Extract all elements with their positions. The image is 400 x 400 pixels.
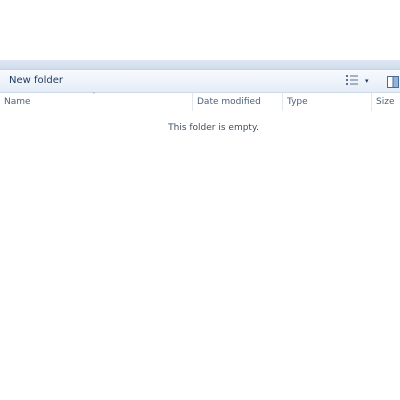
sort-ascending-icon: ˆ — [92, 92, 96, 100]
empty-folder-message: This folder is empty. — [168, 123, 259, 133]
preview-pane-icon — [387, 76, 399, 88]
column-header-date-modified[interactable]: Date modified — [197, 93, 261, 111]
column-header-size[interactable]: Size — [376, 93, 394, 111]
column-header-name[interactable]: Name — [4, 93, 31, 111]
details-view-icon — [346, 75, 358, 85]
column-divider[interactable] — [371, 93, 372, 111]
screenshot-stage: New folder ▾ ˆ Name Date modified Type S… — [0, 0, 400, 400]
command-bar: New folder ▾ — [0, 70, 400, 93]
new-folder-button[interactable]: New folder — [9, 75, 63, 86]
preview-pane-button[interactable] — [386, 74, 400, 88]
column-header-row: ˆ Name Date modified Type Size — [0, 92, 400, 111]
address-bar-edge — [0, 60, 400, 70]
column-divider[interactable] — [192, 93, 193, 111]
explorer-window: New folder ▾ ˆ Name Date modified Type S… — [0, 60, 400, 340]
chevron-down-icon[interactable]: ▾ — [365, 76, 369, 86]
column-header-type[interactable]: Type — [287, 93, 308, 111]
change-view-button[interactable]: ▾ — [345, 74, 373, 88]
column-divider[interactable] — [282, 93, 283, 111]
